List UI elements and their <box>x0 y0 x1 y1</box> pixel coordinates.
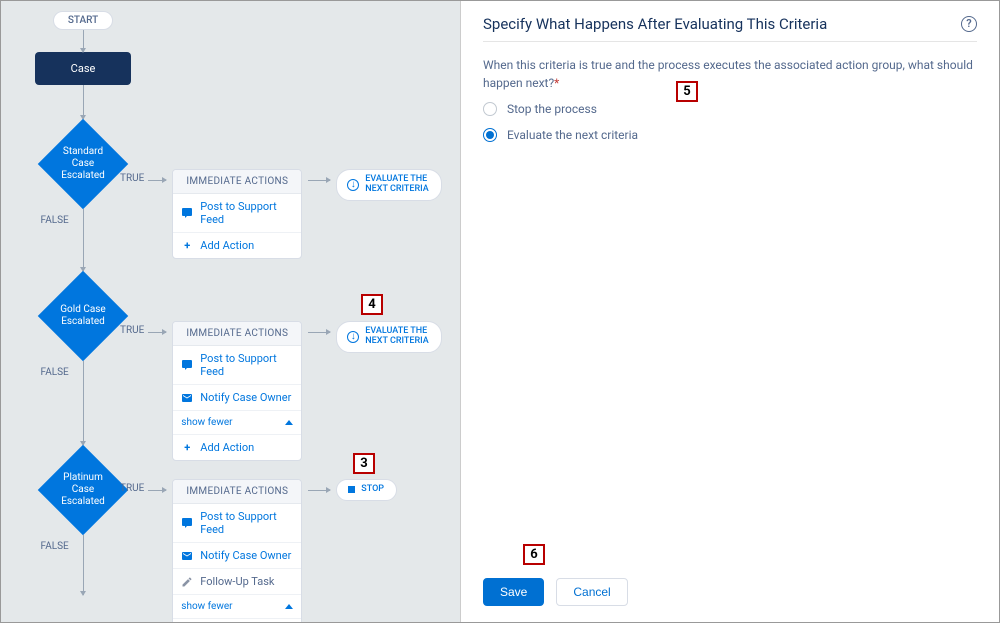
stop-button[interactable]: STOP <box>336 479 397 501</box>
connector <box>148 180 166 181</box>
false-label: FALSE <box>41 367 69 378</box>
radio-icon-selected <box>483 128 497 142</box>
terminal-label: EVALUATE THE NEXT CRITERIA <box>365 175 428 195</box>
add-action-label: Add Action <box>200 441 254 454</box>
criteria-label: Gold Case Escalated <box>51 304 115 328</box>
connector-false: FALSE <box>83 535 84 595</box>
required-asterisk: * <box>554 76 559 90</box>
action-notify-case-owner[interactable]: Notify Case Owner <box>173 542 301 568</box>
prompt-text: When this criteria is true and the proce… <box>483 56 977 92</box>
action-label: Notify Case Owner <box>200 391 291 404</box>
actions-header: IMMEDIATE ACTIONS <box>173 480 301 504</box>
connector <box>83 30 84 52</box>
false-label: FALSE <box>41 215 69 226</box>
connector <box>83 85 84 119</box>
speech-icon <box>181 207 193 219</box>
actions-header: IMMEDIATE ACTIONS <box>173 170 301 194</box>
criteria-label: Platinum Case Escalated <box>51 472 115 508</box>
save-button[interactable]: Save <box>483 578 544 606</box>
criteria-node-gold-case-escalated[interactable]: Gold Case Escalated <box>38 271 129 362</box>
terminal-label: STOP <box>361 485 384 495</box>
help-icon[interactable]: ? <box>961 16 977 32</box>
speech-icon <box>181 359 193 371</box>
action-label: Post to Support Feed <box>200 200 293 226</box>
detail-panel: Specify What Happens After Evaluating Th… <box>461 1 999 622</box>
show-fewer-toggle[interactable]: show fewer <box>173 594 301 618</box>
callout-6: 6 <box>523 544 545 565</box>
action-post-to-support-feed[interactable]: Post to Support Feed <box>173 504 301 542</box>
criteria-label: Standard Case Escalated <box>51 146 115 182</box>
show-fewer-label: show fewer <box>181 601 232 612</box>
radio-icon <box>483 102 497 116</box>
action-follow-up-task[interactable]: Follow-Up Task <box>173 568 301 594</box>
action-label: Follow-Up Task <box>200 575 274 588</box>
action-label: Notify Case Owner <box>200 549 291 562</box>
plus-icon: + <box>181 240 193 252</box>
connector <box>308 180 330 181</box>
false-label: FALSE <box>41 541 69 552</box>
start-node: START <box>53 11 113 30</box>
chevron-up-icon <box>285 604 293 609</box>
true-label: TRUE <box>120 173 144 184</box>
callout-5: 5 <box>676 81 698 102</box>
panel-title: Specify What Happens After Evaluating Th… <box>483 15 827 33</box>
show-fewer-label: show fewer <box>181 417 232 428</box>
evaluate-next-button-1[interactable]: ↓ EVALUATE THE NEXT CRITERIA <box>336 169 441 201</box>
cancel-button[interactable]: Cancel <box>556 578 627 606</box>
evaluate-next-button-2[interactable]: ↓ EVALUATE THE NEXT CRITERIA <box>336 321 441 353</box>
action-post-to-support-feed[interactable]: Post to Support Feed <box>173 346 301 384</box>
speech-icon <box>181 517 193 529</box>
pencil-icon <box>181 576 193 588</box>
mail-icon <box>181 550 193 562</box>
criteria-node-standard-case-escalated[interactable]: Standard Case Escalated <box>38 119 129 210</box>
terminal-label: EVALUATE THE NEXT CRITERIA <box>365 327 428 347</box>
process-canvas[interactable]: START Case Standard Case Escalated FALSE… <box>1 1 461 622</box>
plus-icon: + <box>181 442 193 454</box>
criteria-node-platinum-case-escalated[interactable]: Platinum Case Escalated <box>38 445 129 536</box>
callout-3: 3 <box>353 453 375 474</box>
arrow-down-circle-icon: ↓ <box>347 331 359 343</box>
connector <box>148 490 166 491</box>
true-label: TRUE <box>120 483 144 494</box>
mail-icon <box>181 392 193 404</box>
add-action-label: Add Action <box>200 239 254 252</box>
connector <box>148 332 166 333</box>
arrow-down-circle-icon: ↓ <box>347 179 359 191</box>
connector-false: FALSE <box>83 209 84 271</box>
radio-label: Evaluate the next criteria <box>507 126 638 144</box>
show-fewer-toggle[interactable]: show fewer <box>173 410 301 434</box>
actions-card-1[interactable]: IMMEDIATE ACTIONS Post to Support Feed +… <box>172 169 302 259</box>
action-label: Post to Support Feed <box>200 352 293 378</box>
chevron-up-icon <box>285 420 293 425</box>
true-label: TRUE <box>120 325 144 336</box>
actions-header: IMMEDIATE ACTIONS <box>173 322 301 346</box>
radio-label: Stop the process <box>507 100 597 118</box>
actions-card-2[interactable]: IMMEDIATE ACTIONS Post to Support Feed N… <box>172 321 302 461</box>
stop-icon <box>348 486 355 493</box>
radio-option-stop[interactable]: Stop the process <box>483 100 977 118</box>
add-action-link[interactable]: + Add Action <box>173 434 301 460</box>
callout-4: 4 <box>361 294 383 315</box>
radio-option-evaluate-next[interactable]: Evaluate the next criteria <box>483 126 977 144</box>
add-action-link[interactable]: + Add Action <box>173 618 301 622</box>
connector <box>308 332 330 333</box>
connector <box>308 490 330 491</box>
action-post-to-support-feed[interactable]: Post to Support Feed <box>173 194 301 232</box>
action-notify-case-owner[interactable]: Notify Case Owner <box>173 384 301 410</box>
connector-false: FALSE <box>83 361 84 445</box>
actions-card-3[interactable]: IMMEDIATE ACTIONS Post to Support Feed N… <box>172 479 302 622</box>
after-evaluate-radio-group: Stop the process Evaluate the next crite… <box>483 100 977 144</box>
action-label: Post to Support Feed <box>200 510 293 536</box>
object-node-case[interactable]: Case <box>35 52 131 85</box>
add-action-link[interactable]: + Add Action <box>173 232 301 258</box>
